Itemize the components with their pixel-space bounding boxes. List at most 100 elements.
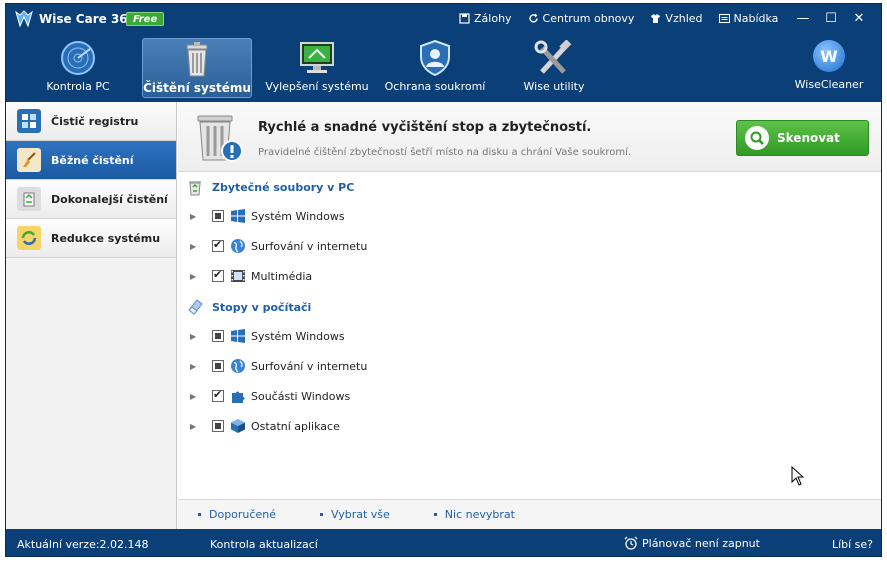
expand-arrow-icon[interactable]: ▶ <box>190 272 200 281</box>
scan-button-label: Skenovat <box>777 131 840 145</box>
skin-link[interactable]: Vzhled <box>650 12 703 25</box>
select-none-link[interactable]: Nic nevybrat <box>434 508 515 521</box>
wisecleaner-logo-icon: W <box>813 40 845 72</box>
app-title: Wise Care 365 <box>39 12 136 26</box>
app-window: Wise Care 365 Free Zálohy Centrum obnovy… <box>5 3 882 557</box>
radar-icon <box>61 41 95 75</box>
tab-system-cleanup[interactable]: Čištění systému <box>142 38 252 98</box>
version-text: Aktuální verze:2.02.148 <box>17 538 149 551</box>
trash-bin-icon <box>186 42 208 77</box>
broom-icon <box>17 148 41 172</box>
main-nav: Kontrola PC Čištění systému Vylepšení sy… <box>6 34 881 102</box>
skin-link-label: Vzhled <box>665 12 703 25</box>
title-bar[interactable]: Wise Care 365 Free Zálohy Centrum obnovy… <box>6 4 881 34</box>
tree-row: ▶ Ostatní aplikace <box>178 411 881 441</box>
alarm-clock-icon <box>624 536 638 550</box>
recommended-link[interactable]: Doporučené <box>198 508 276 521</box>
item-checkbox[interactable] <box>212 210 224 222</box>
sidebar-item-label: Čistič registru <box>51 114 139 128</box>
section-traces: Stopy v počítači <box>178 293 881 321</box>
top-links: Zálohy Centrum obnovy Vzhled Nabídka <box>459 12 794 25</box>
expand-arrow-icon[interactable]: ▶ <box>190 332 200 341</box>
refresh-icon <box>528 13 538 23</box>
item-label: Systém Windows <box>251 209 345 223</box>
backup-link-label: Zálohy <box>474 12 512 25</box>
free-badge: Free <box>126 12 165 26</box>
shield-user-icon <box>420 40 450 76</box>
reduce-icon <box>17 226 41 250</box>
sidebar-item-label: Redukce systému <box>51 231 161 245</box>
item-label: Ostatní aplikace <box>251 419 340 433</box>
eraser-icon <box>188 299 203 315</box>
tab-system-tuneup[interactable]: Vylepšení systému <box>262 38 372 98</box>
tab-wise-utilities-label: Wise utility <box>523 80 585 93</box>
item-checkbox[interactable] <box>212 420 224 432</box>
item-checkbox[interactable] <box>212 330 224 342</box>
menu-icon <box>718 13 730 24</box>
registry-icon <box>17 109 41 133</box>
window-controls: — ☐ ✕ <box>789 9 873 27</box>
restore-center-link-label: Centrum obnovy <box>542 12 635 25</box>
tab-privacy-protection[interactable]: Ochrana soukromí <box>380 38 490 98</box>
windows-icon <box>230 208 246 224</box>
windows-icon <box>230 328 246 344</box>
sidebar: Čistič registru Běžné čistění Dokonalejš… <box>6 102 177 529</box>
section-title: Zbytečné soubory v PC <box>212 180 355 194</box>
sidebar-item-registry-cleaner[interactable]: Čistič registru <box>6 102 176 141</box>
menu-link[interactable]: Nabídka <box>718 12 778 25</box>
tab-wise-utilities[interactable]: Wise utility <box>499 38 609 98</box>
item-checkbox[interactable] <box>212 388 224 402</box>
tab-pc-check[interactable]: Kontrola PC <box>23 38 133 98</box>
expand-arrow-icon[interactable]: ▶ <box>190 242 200 251</box>
close-button[interactable]: ✕ <box>845 9 873 27</box>
expand-arrow-icon[interactable]: ▶ <box>190 212 200 221</box>
like-link[interactable]: Líbí se? <box>832 538 873 551</box>
sidebar-item-label: Běžné čistění <box>51 153 134 167</box>
maximize-button[interactable]: ☐ <box>817 9 845 27</box>
item-checkbox[interactable] <box>212 360 224 372</box>
recycle-bin-icon <box>189 181 201 196</box>
monitor-tune-icon <box>300 42 334 73</box>
item-checkbox[interactable] <box>212 238 224 252</box>
globe-icon <box>230 358 246 374</box>
item-checkbox[interactable] <box>212 268 224 282</box>
scheduler-link[interactable]: Plánovač není zapnut <box>624 536 760 550</box>
select-all-link[interactable]: Vybrat vše <box>320 508 390 521</box>
banner-subtitle: Pravidelné čištění zbytečností šetří mís… <box>258 147 632 158</box>
expand-arrow-icon[interactable]: ▶ <box>190 392 200 401</box>
brand-name: WiseCleaner <box>794 78 864 91</box>
minimize-button[interactable]: — <box>789 9 817 27</box>
item-label: Surfování v internetu <box>251 359 368 373</box>
globe-icon <box>230 238 246 254</box>
item-label: Surfování v internetu <box>251 239 368 253</box>
tab-system-cleanup-label: Čištění systému <box>143 81 251 95</box>
tree-row: ▶ Multimédia <box>178 261 881 291</box>
item-label: Součásti Windows <box>251 389 351 403</box>
tree-row: ▶ Součásti Windows <box>178 381 881 411</box>
film-icon <box>230 268 246 284</box>
backup-link[interactable]: Zálohy <box>459 12 512 25</box>
expand-arrow-icon[interactable]: ▶ <box>190 422 200 431</box>
tree-row: ▶ Surfování v internetu <box>178 231 881 261</box>
content-area: Čistič registru Běžné čistění Dokonalejš… <box>6 102 881 529</box>
expand-arrow-icon[interactable]: ▶ <box>190 362 200 371</box>
restore-center-link[interactable]: Centrum obnovy <box>528 12 635 25</box>
item-label: Systém Windows <box>251 329 345 343</box>
sidebar-item-common-cleanup[interactable]: Běžné čistění <box>6 141 176 180</box>
sidebar-item-label: Dokonalejší čistění <box>51 192 168 206</box>
item-label: Multimédia <box>251 269 313 283</box>
check-updates-link[interactable]: Kontrola aktualizací <box>210 538 318 551</box>
box-icon <box>230 418 246 434</box>
cleanup-tree: Zbytečné soubory v PC ▶ Systém Windows ▶ <box>178 173 881 441</box>
tab-pc-check-label: Kontrola PC <box>46 80 110 93</box>
sidebar-item-advanced-cleanup[interactable]: Dokonalejší čistění <box>6 180 176 219</box>
tab-system-tuneup-label: Vylepšení systému <box>265 80 369 93</box>
magnifier-icon <box>745 126 769 150</box>
tree-row: ▶ Surfování v internetu <box>178 351 881 381</box>
mouse-cursor-icon <box>791 466 805 486</box>
scan-button[interactable]: Skenovat <box>736 120 869 156</box>
sidebar-item-system-slimming[interactable]: Redukce systému <box>6 219 176 258</box>
wisecleaner-brand[interactable]: W WiseCleaner <box>789 40 869 91</box>
tree-row: ▶ Systém Windows <box>178 321 881 351</box>
status-bar: Aktuální verze:2.02.148 Kontrola aktuali… <box>6 529 881 558</box>
